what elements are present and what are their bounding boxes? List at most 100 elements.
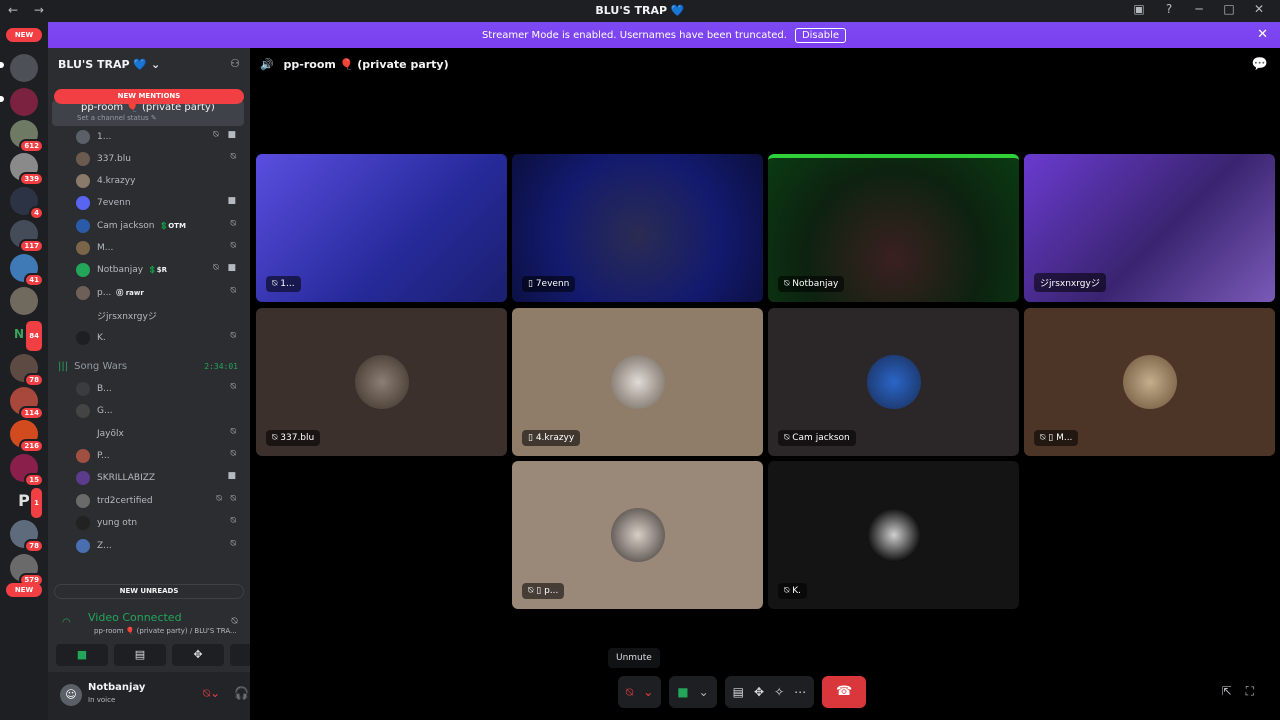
voice-member[interactable]: Jayõlx ⍉: [76, 424, 241, 444]
member-name: 7evenn: [97, 198, 131, 208]
close-banner-icon[interactable]: ✕: [1257, 27, 1268, 42]
member-name: K.: [97, 333, 106, 343]
camera-control[interactable]: ■ ⌄: [669, 676, 717, 708]
new-tag-top[interactable]: NEW: [6, 28, 42, 42]
voice-member[interactable]: ジjrsxnxrgyジ: [76, 305, 241, 325]
server-icon[interactable]: [10, 54, 38, 82]
avatar-tile[interactable]: ▯ 4.krazyy: [512, 308, 763, 456]
video-tile[interactable]: ⍉ 1...: [256, 154, 507, 302]
voice-member[interactable]: SKRILLABIZZ ■: [76, 468, 241, 488]
minimize-button[interactable]: ─: [1188, 2, 1210, 16]
server-icon[interactable]: NG84: [10, 319, 44, 353]
new-mentions-pill[interactable]: NEW MENTIONS: [54, 89, 244, 104]
more-options-icon[interactable]: ⋯: [794, 685, 806, 699]
voice-member[interactable]: trd2certified ⍉ ⍉: [76, 491, 241, 511]
voice-member[interactable]: Cam jackson 💲OTM ⍉: [76, 216, 241, 236]
avatar-tile[interactable]: ⍉ ▯ M...: [1024, 308, 1275, 456]
member-state-icons: ⍉: [230, 241, 239, 251]
server-icon[interactable]: 78: [10, 354, 44, 387]
pop-out-icon[interactable]: ⇱: [1222, 684, 1246, 698]
help-icon[interactable]: ?: [1158, 2, 1180, 16]
server-icon[interactable]: [10, 88, 38, 116]
voice-member[interactable]: 337.blu ⍉: [76, 149, 241, 169]
avatar-tile[interactable]: ⍉ ▯ p...: [512, 461, 763, 609]
activities-icon[interactable]: ✥: [754, 685, 764, 699]
avatar-tile[interactable]: ⍉ Cam jackson: [768, 308, 1019, 456]
screen-share-button[interactable]: ▤: [114, 644, 166, 666]
voice-member[interactable]: K. ⍉: [76, 328, 241, 348]
voice-member[interactable]: Notbanjay 💲$R ⍉ ■: [76, 260, 241, 280]
chat-bubble-icon[interactable]: 💬: [1252, 57, 1268, 72]
noise-suppression-icon[interactable]: ⍉: [232, 616, 250, 627]
connection-signal-icon[interactable]: ◠: [62, 617, 71, 628]
server-icon[interactable]: 78: [10, 520, 44, 553]
activities-button[interactable]: ✥: [172, 644, 224, 666]
video-tile[interactable]: ⍉ Notbanjay: [768, 154, 1019, 302]
avatar-tile[interactable]: ⍉ K.: [768, 461, 1019, 609]
server-icon[interactable]: 339: [10, 153, 44, 186]
voice-member[interactable]: G...: [76, 401, 241, 421]
new-tag-bottom[interactable]: NEW: [6, 583, 42, 597]
participant-label: ジjrsxnxrgyジ: [1034, 273, 1106, 292]
camera-button[interactable]: ■: [56, 644, 108, 666]
soundboard-icon[interactable]: ✧: [774, 685, 784, 699]
server-icon[interactable]: 117: [10, 220, 44, 253]
server-icon[interactable]: 216: [10, 420, 44, 453]
server-icon[interactable]: 612: [10, 120, 44, 153]
video-tile[interactable]: ジjrsxnxrgyジ: [1024, 154, 1275, 302]
voice-channel-song-wars[interactable]: ||| Song Wars 2:34:01: [58, 356, 240, 376]
maximize-button[interactable]: □: [1218, 2, 1240, 16]
voice-member[interactable]: M... ⍉: [76, 238, 241, 258]
mention-badge: 15: [24, 473, 44, 487]
invite-people-icon[interactable]: ⚇: [230, 57, 240, 70]
server-icon[interactable]: [10, 287, 38, 315]
server-header[interactable]: BLU'S TRAP 💙 ⌄ ⚇: [48, 48, 250, 82]
server-icon[interactable]: 41: [10, 254, 44, 287]
server-icon[interactable]: 4: [10, 187, 44, 220]
leave-call-button[interactable]: ☎: [822, 676, 867, 708]
deafen-toggle-icon[interactable]: 🎧⌄: [234, 686, 250, 701]
server-icon[interactable]: 579: [10, 554, 44, 587]
user-avatar[interactable]: ☺: [60, 684, 82, 706]
member-name: 337.blu: [97, 154, 131, 164]
chevron-down-icon[interactable]: ⌄: [699, 685, 709, 699]
member-name: P...: [97, 451, 110, 461]
voice-member[interactable]: 1... ⍉ ■: [76, 127, 241, 147]
screen-share-icon[interactable]: ▤: [733, 685, 744, 699]
voice-location[interactable]: pp-room 🎈 (private party) / BLU'S TRA...: [94, 627, 237, 635]
microphone-muted-icon[interactable]: ⍉: [626, 685, 633, 700]
voice-member[interactable]: Z... ⍉: [76, 536, 241, 556]
server-icon[interactable]: P1: [10, 486, 44, 520]
member-name: G...: [97, 406, 113, 416]
mention-badge: 114: [19, 406, 44, 420]
channel-status-placeholder[interactable]: Set a channel status ✎: [77, 114, 157, 122]
server-icon[interactable]: 114: [10, 387, 44, 420]
voice-stage: 🔊 pp-room 🎈 (private party) 💬 ⍉ 1... ▯ 7…: [250, 48, 1280, 720]
inbox-icon[interactable]: ▣: [1128, 2, 1150, 16]
avatar-tile[interactable]: ⍉ 337.blu: [256, 308, 507, 456]
voice-member[interactable]: p... ⓪ rawr ⍉: [76, 283, 241, 303]
new-unreads-pill[interactable]: NEW UNREADS: [54, 584, 244, 599]
close-window-button[interactable]: ✕: [1248, 2, 1270, 16]
voice-status[interactable]: Video Connected: [88, 611, 182, 624]
mute-toggle-icon[interactable]: ⍉⌄: [203, 686, 220, 701]
camera-icon[interactable]: ■: [677, 685, 688, 699]
voice-member[interactable]: yung otn ⍉: [76, 513, 241, 533]
participant-label: ⍉ Cam jackson: [778, 430, 856, 446]
chevron-down-icon[interactable]: ⌄: [643, 685, 653, 699]
soundboard-button[interactable]: ✧: [230, 644, 250, 666]
video-tile[interactable]: ▯ 7evenn: [512, 154, 763, 302]
username[interactable]: Notbanjay: [88, 682, 145, 693]
participant-label: ⍉ K.: [778, 583, 808, 599]
voice-member[interactable]: 4.krazyy: [76, 171, 241, 191]
avatar: [76, 174, 90, 188]
voice-member[interactable]: B... ⍉: [76, 379, 241, 399]
mute-control[interactable]: ⍉ ⌄: [618, 676, 662, 708]
voice-member[interactable]: 7evenn ■: [76, 193, 241, 213]
fullscreen-icon[interactable]: ⛶: [1246, 684, 1268, 698]
voice-member[interactable]: P... ⍉: [76, 446, 241, 466]
disable-streamer-mode-button[interactable]: Disable: [794, 27, 847, 43]
server-icon[interactable]: 15: [10, 454, 44, 487]
member-state-icons: ⍉ ⍉: [216, 494, 239, 504]
speaker-icon: 🔊: [260, 58, 274, 71]
